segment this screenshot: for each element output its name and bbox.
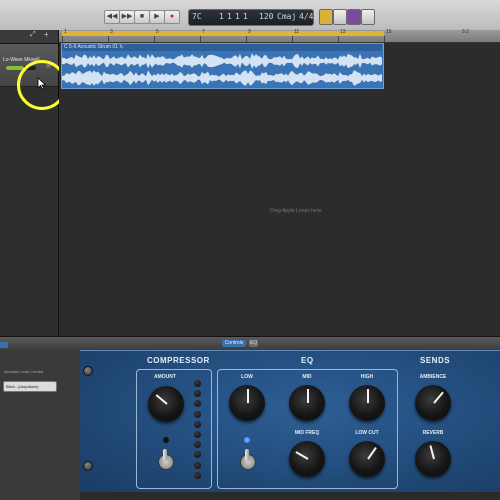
ruler-number: 9: [248, 29, 251, 35]
ambience-label: AMBIENCE: [419, 374, 447, 380]
ruler-tick: [108, 36, 109, 42]
lcd-tempo: 120: [259, 12, 274, 21]
ruler-tick: [338, 36, 339, 42]
eq-led: [244, 437, 250, 443]
amount-knob[interactable]: [148, 386, 184, 422]
ruler-tick: [62, 36, 63, 42]
ruler-tick: [154, 36, 155, 42]
midfreq-label: MID FREQ: [294, 430, 320, 436]
lcd-prefix: 7C: [192, 12, 202, 21]
amount-label: AMOUNT: [154, 374, 176, 380]
ruler-number: 5: [156, 29, 159, 35]
midfreq-knob[interactable]: [289, 441, 325, 477]
high-label: HIGH: [360, 374, 374, 380]
low-knob[interactable]: [229, 385, 265, 421]
mouse-pointer-icon: [37, 77, 47, 90]
track-header-toolbar: ⤢ +: [0, 30, 58, 44]
ruler-number: 15: [386, 29, 392, 35]
empty-arrange-hint: Drag Apple Loops here.: [270, 208, 323, 214]
compressor-meter: [194, 380, 202, 482]
mid-label: MID: [302, 374, 312, 380]
sends-title: SENDS: [420, 356, 451, 365]
preset-dropdown[interactable]: Bitch...(dropdown): [3, 381, 57, 392]
low-label: LOW: [241, 374, 253, 380]
compressor-toggle[interactable]: [158, 449, 174, 471]
lcd-tick: 1: [243, 12, 248, 21]
ruler-tick: [292, 36, 293, 42]
ambience-knob[interactable]: [415, 385, 451, 421]
lcd-bar: 1: [219, 12, 224, 21]
eq-title: EQ: [301, 356, 314, 365]
ruler-number: 7: [202, 29, 205, 35]
compressor-title: COMPRESSOR: [147, 356, 210, 365]
ruler-number: 1: [64, 29, 67, 35]
lcd-sub: 1: [235, 12, 240, 21]
fast-forward-button[interactable]: ▶▶: [119, 10, 135, 24]
lcd-beat: 1: [227, 12, 232, 21]
eq-tab[interactable]: EQ: [249, 340, 258, 347]
ruler-number: 11: [294, 29, 300, 35]
ruler-tick: [246, 36, 247, 42]
waveform: [62, 53, 382, 86]
control-bar: ◀◀ ▶▶ ■ ▶ ● 7C 1 1 1 1 120 Cmaj 4/4: [0, 0, 500, 31]
add-track-icon[interactable]: ⤢: [30, 31, 36, 39]
bottom-bar: [80, 492, 500, 500]
region-label: C 5-9 Acoustic Strum 01 ↻: [64, 44, 124, 50]
lowcut-knob[interactable]: [349, 441, 385, 477]
screw-icon: [83, 366, 93, 376]
rewind-button[interactable]: ◀◀: [104, 10, 120, 24]
ruler-number: 3: [110, 29, 113, 35]
ruler-tick: [384, 36, 385, 42]
compressor-led: [163, 437, 169, 443]
controls-tab[interactable]: Controls: [222, 340, 246, 347]
lcd-key: Cmaj: [277, 12, 297, 21]
cycle-button[interactable]: [319, 9, 333, 25]
mid-knob[interactable]: [289, 385, 325, 421]
reverb-knob[interactable]: [415, 441, 451, 477]
ruler-end-mark: 9.2: [462, 29, 469, 35]
tuner-icon[interactable]: [333, 9, 347, 25]
reverb-label: REVERB: [422, 430, 444, 436]
lcd-display[interactable]: 7C 1 1 1 1 120 Cmaj 4/4: [188, 9, 314, 26]
lcd-signature: 4/4: [299, 12, 314, 21]
lowcut-label: LOW CUT: [355, 430, 379, 436]
screw-icon: [83, 461, 93, 471]
ruler-number: 13: [340, 29, 346, 35]
library-tab[interactable]: [0, 342, 8, 348]
record-button[interactable]: ●: [164, 10, 180, 24]
stop-button[interactable]: ■: [134, 10, 150, 24]
ruler-tick: [200, 36, 201, 42]
add-icon[interactable]: +: [44, 30, 49, 39]
metronome-icon[interactable]: [361, 9, 375, 25]
inspector-title: Acoustic Lead Control: [4, 369, 44, 374]
count-in-button[interactable]: [347, 9, 361, 25]
play-button[interactable]: ▶: [149, 10, 165, 24]
eq-toggle[interactable]: [240, 449, 256, 471]
high-knob[interactable]: [349, 385, 385, 421]
